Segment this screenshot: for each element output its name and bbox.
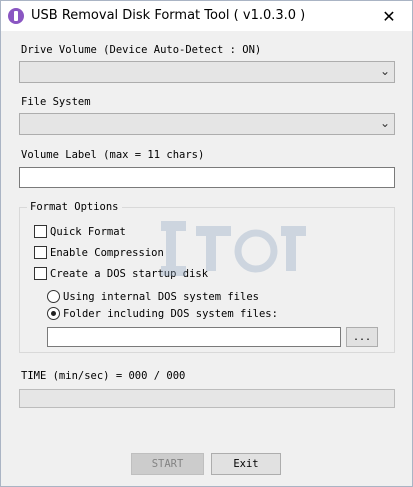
format-options-title: Format Options	[27, 201, 122, 213]
volume-label-caption: Volume Label (max = 11 chars)	[21, 149, 205, 161]
close-button[interactable]: ✕	[366, 1, 412, 31]
folder-dos-files-option[interactable]: Folder including DOS system files:	[47, 307, 278, 320]
enable-compression-checkbox[interactable]	[34, 246, 47, 259]
chevron-down-icon: ⌄	[379, 64, 390, 78]
internal-dos-files-radio[interactable]	[47, 290, 60, 303]
quick-format-label: Quick Format	[50, 225, 126, 238]
file-system-dropdown[interactable]: ⌄	[19, 113, 395, 135]
dos-folder-path-input[interactable]	[47, 327, 341, 347]
enable-compression-option[interactable]: Enable Compression	[34, 246, 164, 259]
quick-format-option[interactable]: Quick Format	[34, 225, 126, 238]
start-button[interactable]: START	[131, 453, 204, 475]
format-progress-bar	[19, 389, 395, 408]
dos-startup-label: Create a DOS startup disk	[50, 267, 209, 280]
dos-startup-option[interactable]: Create a DOS startup disk	[34, 267, 208, 280]
quick-format-checkbox[interactable]	[34, 225, 47, 238]
enable-compression-label: Enable Compression	[50, 246, 164, 259]
time-readout: TIME (min/sec) = 000 / 000	[21, 370, 186, 382]
window-title: USB Removal Disk Format Tool ( v1.0.3.0 …	[31, 8, 306, 23]
chevron-down-icon: ⌄	[379, 116, 390, 130]
drive-volume-label: Drive Volume (Device Auto-Detect : ON)	[21, 44, 262, 56]
internal-dos-files-option[interactable]: Using internal DOS system files	[47, 290, 259, 303]
app-window: USB Removal Disk Format Tool ( v1.0.3.0 …	[0, 0, 413, 487]
browse-button[interactable]: ...	[346, 327, 378, 347]
exit-button[interactable]: Exit	[211, 453, 281, 475]
internal-dos-files-label: Using internal DOS system files	[63, 290, 259, 303]
title-bar[interactable]: USB Removal Disk Format Tool ( v1.0.3.0 …	[1, 1, 412, 31]
volume-label-input[interactable]	[19, 167, 395, 188]
folder-dos-files-radio[interactable]	[47, 307, 60, 320]
folder-dos-files-label: Folder including DOS system files:	[63, 307, 278, 320]
usb-app-icon	[8, 8, 24, 24]
file-system-label: File System	[21, 96, 91, 108]
drive-volume-dropdown[interactable]: ⌄	[19, 61, 395, 83]
dos-startup-checkbox[interactable]	[34, 267, 47, 280]
